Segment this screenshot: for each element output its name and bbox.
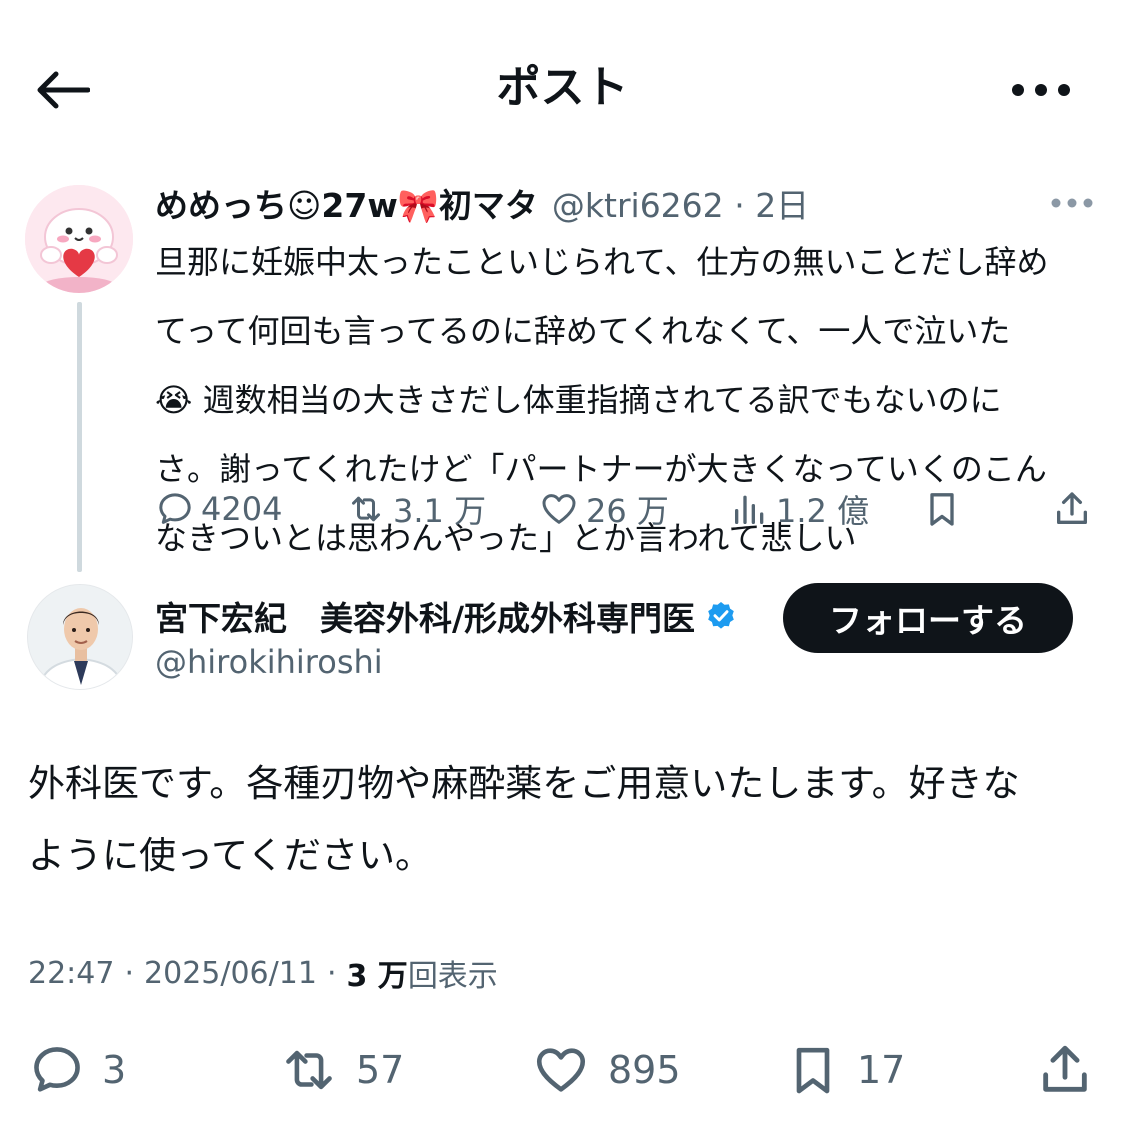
avatar-image [28,585,132,689]
meta-separator: · [734,186,745,225]
repost-icon [286,1050,332,1090]
reply-count: 3 [102,1048,127,1092]
reply-button[interactable]: 3 [28,1040,126,1100]
main-handle[interactable]: @hirokihiroshi [155,640,383,684]
avatar[interactable] [27,584,133,690]
view-count: 3 万 [346,959,408,994]
share-icon [1043,1045,1087,1092]
parent-handle[interactable]: @ktri6262 [552,186,724,225]
view-label: 回表示 [407,959,498,994]
analytics-icon [735,495,764,524]
parent-repost-button[interactable]: 3.1 万 [345,486,486,532]
parent-post-time[interactable]: 2日 [755,186,809,225]
main-post-meta: 22:47 · 2025/06/11 · 3 万 回表示 [28,948,498,998]
reply-icon [159,493,191,524]
parent-view-count: 1.2 億 [776,492,870,530]
avatar-image [25,185,133,293]
page-title: ポスト [496,62,629,113]
share-button[interactable] [1036,1040,1094,1100]
parent-post-meta: @ktri6262 · 2日 [552,179,809,227]
parent-like-count: 26 万 [586,492,669,530]
main-display-name[interactable]: 宮下宏紀 美容外科/形成外科専門医 [155,592,695,640]
parent-repost-count: 3.1 万 [393,492,487,530]
heart-icon [542,494,576,524]
repost-button[interactable]: 57 [278,1040,404,1100]
more-options-button[interactable] [1005,70,1077,110]
avatar[interactable] [25,185,133,293]
repost-count: 57 [356,1048,405,1092]
main-post-text: 外科医です。各種刃物や麻酔薬をご用意いたします。好きな ように使ってください。 [28,762,1020,877]
bookmark-button[interactable]: 17 [785,1040,905,1100]
heart-icon [536,1048,586,1092]
bookmark-icon [796,1047,830,1094]
thread-connector-line [77,302,82,572]
like-button[interactable]: 895 [530,1040,681,1100]
parent-bookmark-button[interactable] [922,486,962,532]
main-post-author: 宮下宏紀 美容外科/形成外科専門医 [155,592,737,640]
reply-icon [34,1047,80,1092]
parent-like-button[interactable]: 26 万 [538,486,669,532]
follow-button[interactable]: フォローする [783,583,1073,653]
parent-views-button[interactable]: 1.2 億 [730,486,869,532]
more-horizontal-icon [1051,198,1093,208]
parent-reply-count: 4204 [201,490,283,528]
post-time[interactable]: 22:47 [28,956,114,991]
bookmark-count: 17 [857,1048,906,1092]
bookmark-icon [930,493,954,526]
parent-display-name[interactable]: めめっち☺27w🎀初マタ [155,179,538,227]
like-count: 895 [608,1048,681,1092]
more-horizontal-icon [1012,84,1070,96]
repost-icon [352,496,380,522]
parent-post-header: めめっち☺27w🎀初マタ @ktri6262 · 2日 [155,180,809,226]
share-icon [1057,492,1087,524]
parent-share-button[interactable] [1052,486,1092,532]
parent-reply-button[interactable]: 4204 [155,486,282,532]
parent-more-button[interactable] [1048,188,1096,218]
meta-separator: · [124,955,135,991]
meta-separator: · [326,955,337,991]
verified-badge-icon [708,602,734,629]
post-date[interactable]: 2025/06/11 [144,956,317,991]
